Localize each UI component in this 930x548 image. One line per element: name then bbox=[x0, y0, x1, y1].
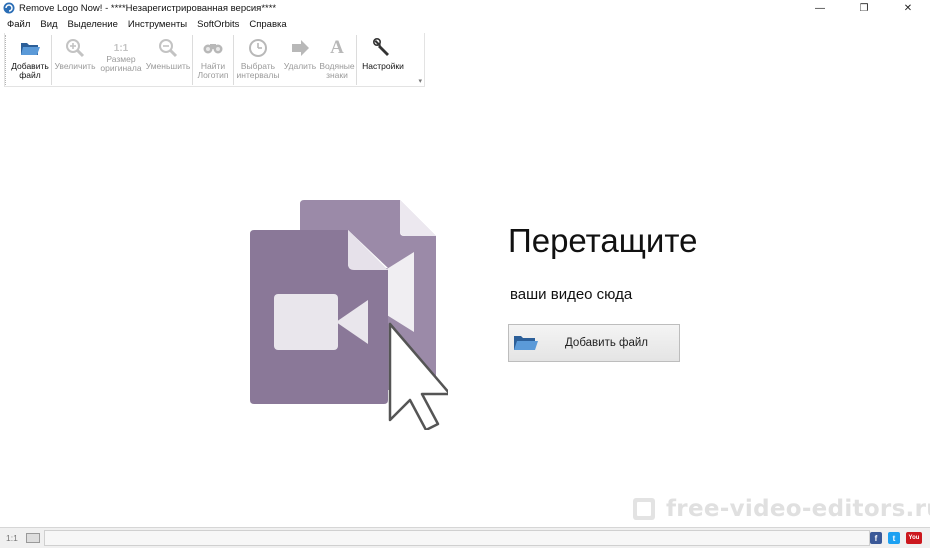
drop-zone-title: Перетащите bbox=[508, 222, 698, 259]
menu-selection[interactable]: Выделение bbox=[68, 19, 118, 30]
settings-tool-label: Настройки bbox=[362, 61, 404, 71]
facebook-icon[interactable]: f bbox=[870, 532, 882, 544]
remove-tool-button[interactable]: Удалить bbox=[282, 33, 318, 85]
minimize-button[interactable]: — bbox=[798, 0, 842, 16]
status-bar: 1:1 f t You bbox=[0, 527, 930, 548]
ribbon-toolbar: Добавить файл Увеличить 1:1 Размер ориги… bbox=[4, 33, 425, 87]
zoom-in-tool-label: Увеличить bbox=[54, 61, 96, 71]
add-file-tool-label-2: файл bbox=[19, 70, 41, 80]
clock-icon bbox=[249, 39, 267, 57]
twitter-glyph: t bbox=[892, 533, 896, 543]
zoom-in-icon bbox=[66, 39, 85, 58]
remove-tool-label: Удалить bbox=[283, 61, 317, 71]
watermarks-glyph: A bbox=[330, 37, 344, 58]
text-a-icon: A bbox=[326, 37, 348, 59]
add-file-button-label: Добавить файл bbox=[565, 337, 649, 349]
zoom-out-icon bbox=[159, 39, 178, 58]
find-logo-tool-button[interactable]: Найти Логотип bbox=[193, 33, 233, 85]
menu-help[interactable]: Справка bbox=[249, 19, 286, 30]
select-intervals-tool-button[interactable]: Выбрать интервалы bbox=[234, 33, 282, 85]
select-intervals-tool-label-2: интервалы bbox=[236, 70, 280, 80]
drop-zone-subtitle: ваши видео сюда bbox=[510, 286, 633, 303]
find-logo-tool-label-2: Логотип bbox=[197, 70, 229, 80]
watermark-text: free-video-editors.ru bbox=[666, 496, 930, 522]
original-size-glyph: 1:1 bbox=[113, 42, 129, 54]
title-bar: Remove Logo Now! - ****Незарегистрирован… bbox=[0, 0, 930, 16]
zoom-out-tool-label: Уменьшить bbox=[145, 61, 191, 71]
add-file-tool-button[interactable]: Добавить файл bbox=[9, 33, 51, 85]
main-drop-area[interactable] bbox=[0, 88, 930, 526]
menu-view[interactable]: Вид bbox=[40, 19, 57, 30]
youtube-glyph: You bbox=[908, 535, 920, 541]
twitter-icon[interactable]: t bbox=[888, 532, 900, 544]
site-watermark: free-video-editors.ru bbox=[632, 496, 930, 522]
watermarks-tool-label-2: знаки bbox=[326, 70, 348, 80]
facebook-glyph: f bbox=[874, 533, 878, 543]
restore-button[interactable]: ❐ bbox=[842, 0, 886, 16]
menu-softorbits[interactable]: SoftOrbits bbox=[197, 19, 239, 30]
binoculars-icon bbox=[203, 44, 223, 54]
open-folder-icon bbox=[21, 43, 40, 55]
fit-window-icon[interactable] bbox=[25, 533, 40, 543]
window-controls: — ❐ ✕ bbox=[798, 0, 930, 16]
social-links: f t You bbox=[864, 532, 922, 544]
window-title: Remove Logo Now! - ****Незарегистрирован… bbox=[19, 2, 277, 14]
zoom-in-tool-button[interactable]: Увеличить bbox=[52, 33, 98, 85]
film-strip-icon bbox=[633, 498, 655, 520]
wrench-icon bbox=[372, 37, 389, 56]
zoom-out-tool-button[interactable]: Уменьшить bbox=[144, 33, 192, 85]
app-logo-icon bbox=[3, 2, 15, 14]
zoom-indicator: 1:1 bbox=[6, 533, 18, 543]
menu-file[interactable]: Файл bbox=[7, 19, 30, 30]
original-size-tool-label-2: оригинала bbox=[100, 63, 142, 73]
status-text-field bbox=[44, 530, 870, 546]
video-files-drop-icon bbox=[250, 200, 448, 430]
original-size-tool-button[interactable]: 1:1 Размер оригинала bbox=[98, 33, 144, 85]
menu-bar: Файл Вид Выделение Инструменты SoftOrbit… bbox=[0, 17, 297, 32]
youtube-icon[interactable]: You bbox=[906, 532, 922, 544]
add-file-button[interactable]: Добавить файл bbox=[508, 324, 680, 362]
arrow-right-icon bbox=[292, 40, 309, 56]
close-button[interactable]: ✕ bbox=[886, 0, 930, 16]
toolbar-overflow-icon[interactable]: ▾ bbox=[418, 77, 422, 85]
menu-tools[interactable]: Инструменты bbox=[128, 19, 187, 30]
open-folder-icon bbox=[514, 336, 538, 350]
watermarks-tool-button[interactable]: A Водяные знаки bbox=[318, 33, 356, 85]
settings-tool-button[interactable]: Настройки bbox=[357, 33, 409, 85]
